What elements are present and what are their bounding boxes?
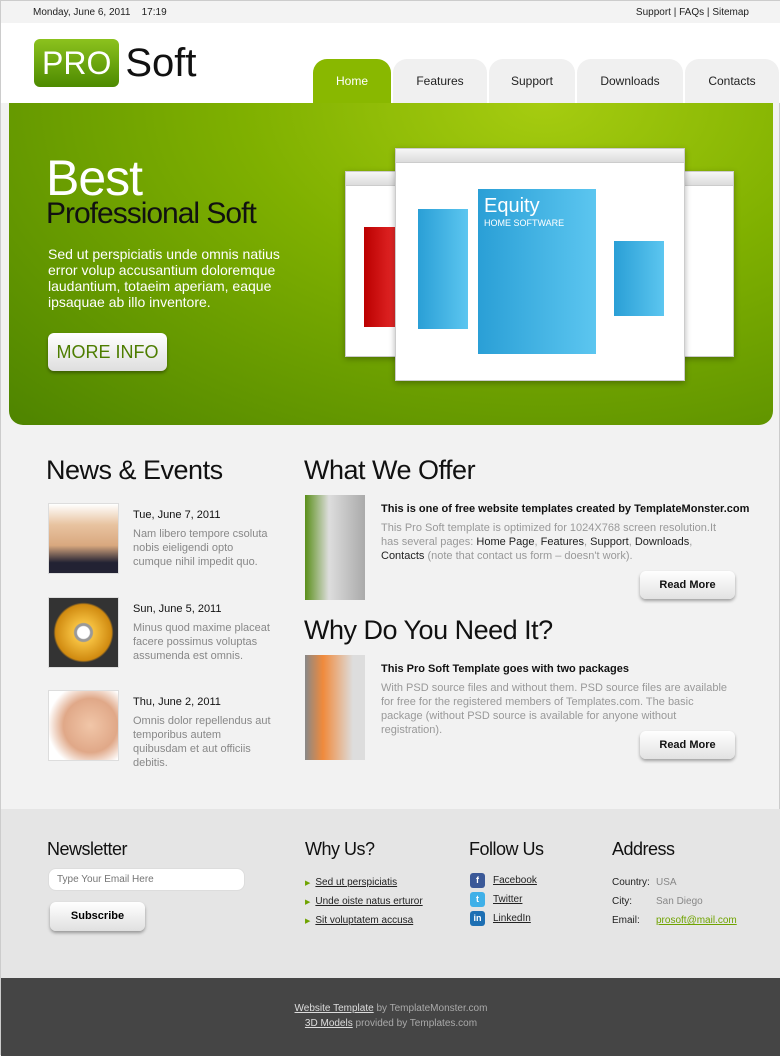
offer-heading: This is one of free website templates cr… [381, 503, 750, 515]
website-template-link[interactable]: Website Template [295, 1003, 374, 1014]
why-us-list: ▶ Sed ut perspiciatis ▶ Unde oiste natus e… [305, 873, 423, 930]
facebook-link[interactable]: Facebook [493, 875, 537, 886]
why-us-link[interactable]: Sed ut perspiciatis [315, 877, 397, 888]
why-text: With PSD source files and without them. … [381, 682, 728, 736]
credits-text: provided by Templates.com [352, 1018, 478, 1029]
nav-contacts[interactable]: Contacts [685, 59, 779, 103]
product-box-small [418, 209, 468, 329]
offer-block: This is one of free website templates cr… [305, 495, 749, 605]
link-downloads[interactable]: Downloads [635, 536, 689, 548]
read-more-button[interactable]: Read More [640, 731, 735, 759]
link-home-page[interactable]: Home Page [476, 536, 534, 548]
newsletter-title: Newsletter [47, 839, 128, 859]
offer-text-note: (note that contact us form – doesn't wor… [424, 550, 633, 562]
3d-models-link[interactable]: 3D Models [305, 1018, 353, 1029]
hero-text: Sed ut perspiciatis unde omnis natius er… [48, 246, 280, 310]
news-text: Nam libero tempore csoluta nobis eielige… [133, 528, 268, 568]
credits-text: by TemplateMonster.com [373, 1003, 488, 1014]
why-us-title: Why Us? [305, 839, 375, 859]
header: PRO Soft Home Features Support Downloads… [1, 23, 780, 103]
news-photo[interactable] [48, 597, 119, 668]
follow-title: Follow Us [469, 839, 544, 859]
linkedin-link[interactable]: LinkedIn [493, 913, 531, 924]
address-title: Address [612, 839, 675, 859]
city-label: City: [612, 896, 632, 907]
why-title: Why Do You Need It? [304, 615, 553, 645]
country-value: USA [656, 877, 677, 888]
nav-downloads[interactable]: Downloads [577, 59, 683, 103]
arrow-icon: ▶ [305, 898, 311, 906]
address-block: Country: USA City: San Diego Email: prosoft… [612, 873, 737, 930]
twitter-link[interactable]: Twitter [493, 894, 522, 905]
link-contacts[interactable]: Contacts [381, 550, 424, 562]
date: Monday, June 6, 2011 [33, 7, 131, 18]
time: 17:19 [141, 7, 167, 18]
facebook-icon[interactable]: f [470, 873, 485, 888]
why-block: This Pro Soft Template goes with two pac… [305, 655, 735, 765]
nav-support[interactable]: Support [489, 59, 575, 103]
why-us-link[interactable]: Sit voluptatem accusa [315, 915, 413, 926]
news-date: Sun, June 5, 2011 [133, 603, 222, 615]
arrow-icon: ▶ [305, 917, 311, 925]
news-title: News & Events [46, 455, 223, 485]
link-support[interactable]: Support [590, 536, 629, 548]
news-date: Thu, June 2, 2011 [133, 696, 221, 708]
logo-soft: Soft [125, 40, 197, 85]
box-sub: HOME SOFTWARE [484, 218, 565, 228]
top-link-sitemap[interactable]: Sitemap [712, 7, 749, 18]
more-info-button[interactable]: MORE INFO [48, 333, 167, 371]
social-list: f Facebook t Twitter in LinkedIn [470, 871, 537, 928]
hero-subtitle: Professional Soft [46, 197, 257, 230]
top-bar: Monday, June 6, 2011 17:19 Support | FAQ… [1, 1, 780, 23]
news-date: Tue, June 7, 2011 [133, 509, 221, 521]
city-value: San Diego [656, 896, 703, 907]
separator: | [673, 7, 677, 18]
nav-features[interactable]: Features [393, 59, 487, 103]
news-photo[interactable] [48, 690, 119, 761]
email-label: Email: [612, 915, 640, 926]
email-link[interactable]: prosoft@mail.com [656, 915, 737, 926]
nav-home[interactable]: Home [313, 59, 391, 103]
news-text: Minus quod maxime placeat facere possimu… [133, 622, 270, 662]
link-features[interactable]: Features [541, 536, 584, 548]
subscribe-button[interactable]: Subscribe [50, 902, 145, 931]
twitter-icon[interactable]: t [470, 892, 485, 907]
top-links: Support | FAQs | Sitemap [636, 7, 749, 18]
browser-window-main: Equity HOME SOFTWARE [395, 148, 685, 381]
software-box-image [305, 495, 365, 600]
news-photo[interactable] [48, 503, 119, 574]
main-nav: Home Features Support Downloads Contacts [311, 59, 779, 103]
top-link-faqs[interactable]: FAQs [679, 7, 704, 18]
read-more-button[interactable]: Read More [640, 571, 735, 599]
software-box-image [305, 655, 365, 760]
logo-pro: PRO [34, 39, 120, 87]
date-time: Monday, June 6, 2011 17:19 [33, 7, 167, 18]
box-brand: Equity [484, 195, 540, 217]
logo[interactable]: PRO Soft [34, 39, 197, 87]
offer-text: This Pro Soft template is optimized for … [381, 522, 717, 562]
separator: | [706, 7, 710, 18]
arrow-icon: ▶ [305, 879, 311, 887]
why-heading: This Pro Soft Template goes with two pac… [381, 663, 629, 675]
news-text: Omnis dolor repellendus aut temporibus a… [133, 715, 271, 769]
product-box-equity: Equity HOME SOFTWARE [478, 189, 596, 354]
top-link-support[interactable]: Support [636, 7, 671, 18]
email-input[interactable] [48, 868, 245, 891]
credits-bar: Website Template by TemplateMonster.com … [1, 978, 780, 1056]
product-box-right [614, 241, 664, 316]
why-us-link[interactable]: Unde oiste natus erturor [315, 896, 422, 907]
linkedin-icon[interactable]: in [470, 911, 485, 926]
hero-banner: Best Professional Soft Sed ut perspiciat… [9, 103, 773, 425]
country-label: Country: [612, 877, 650, 888]
footer: Newsletter Subscribe Why Us? ▶ Sed ut per… [1, 809, 780, 978]
offer-title: What We Offer [304, 455, 476, 485]
